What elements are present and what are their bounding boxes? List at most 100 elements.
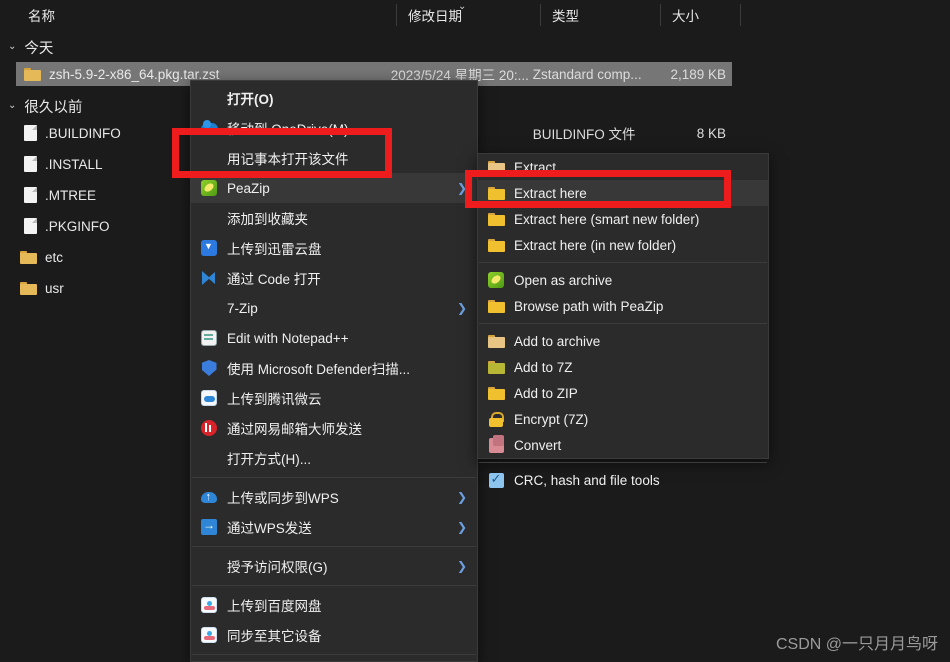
menu-item-edit-notepadpp[interactable]: Edit with Notepad++ (191, 323, 477, 353)
column-header-size-label: 大小 (672, 9, 699, 24)
blank-icon (199, 448, 219, 468)
file-group-label: 很久以前 (24, 99, 83, 116)
menu-item-grant-access[interactable]: 授予访问权限(G) ❯ (191, 551, 477, 581)
file-size: 2,189 KB (670, 66, 727, 82)
blank-icon (199, 148, 219, 168)
table-row[interactable]: .PKGINFO (16, 214, 186, 238)
chevron-right-icon: ❯ (456, 301, 467, 315)
menu-separator (192, 477, 476, 478)
menu-item-open-with-notepad[interactable]: 用记事本打开该文件 (191, 143, 477, 173)
chevron-down-icon: ⌄ (8, 99, 17, 111)
folder-icon (20, 281, 37, 295)
column-header-name[interactable]: 名称 (16, 0, 396, 30)
baidu-netdisk-icon (199, 625, 219, 645)
column-header-date[interactable]: 修改日期 (396, 0, 540, 30)
submenu-item-extract[interactable]: Extract (478, 154, 768, 180)
menu-item-upload-sync-wps[interactable]: 上传或同步到WPS ❯ (191, 482, 477, 512)
blank-icon (199, 556, 219, 576)
document-icon (24, 187, 37, 203)
peazip-icon (199, 178, 219, 198)
folder-icon (486, 331, 506, 351)
menu-item-open-with-code[interactable]: 通过 Code 打开 (191, 263, 477, 293)
chevron-right-icon: ❯ (456, 520, 467, 534)
submenu-item-add-to-7z[interactable]: Add to 7Z (478, 354, 768, 380)
peazip-submenu: Extract Extract here Extract here (smart… (477, 153, 769, 488)
menu-separator (479, 462, 767, 463)
menu-separator (192, 585, 476, 586)
table-row[interactable]: usr (16, 276, 186, 300)
context-menu: 打开(O) 移动到 OneDrive(M) 用记事本打开该文件 PeaZip ❯… (190, 80, 478, 662)
file-name: .PKGINFO (45, 218, 110, 234)
submenu-item-extract-here-in-new-folder[interactable]: Extract here (in new folder) (478, 232, 768, 258)
notepadpp-icon (199, 328, 219, 348)
watermark: CSDN @一只月月鸟呀 (775, 636, 938, 653)
submenu-item-extract-here-smart-new-folder[interactable]: Extract here (smart new folder) (478, 206, 768, 232)
menu-separator (192, 546, 476, 547)
submenu-item-extract-here[interactable]: Extract here (478, 180, 768, 206)
menu-item-7zip[interactable]: 7-Zip ❯ (191, 293, 477, 323)
file-size: 8 KB (696, 125, 727, 141)
submenu-item-crc-hash-file-tools[interactable]: CRC, hash and file tools (478, 467, 768, 493)
menu-separator (192, 654, 476, 655)
blank-icon (199, 298, 219, 318)
menu-item-open[interactable]: 打开(O) (191, 83, 477, 113)
chevron-down-icon: ⌄ (458, 1, 467, 12)
submenu-item-add-to-zip[interactable]: Add to ZIP (478, 380, 768, 406)
table-row[interactable]: .INSTALL (16, 152, 186, 176)
chevron-down-icon: ⌄ (8, 40, 17, 52)
folder-icon (486, 235, 506, 255)
menu-separator (479, 323, 767, 324)
menu-item-defender-scan[interactable]: 使用 Microsoft Defender扫描... (191, 353, 477, 383)
menu-separator (479, 262, 767, 263)
folder-icon (486, 296, 506, 316)
menu-item-move-to-onedrive[interactable]: 移动到 OneDrive(M) (191, 113, 477, 143)
chevron-right-icon: ❯ (456, 181, 467, 195)
menu-item-upload-weiyun[interactable]: 上传到腾讯微云 (191, 383, 477, 413)
column-header-type[interactable]: 类型 (540, 0, 660, 30)
table-row[interactable]: .MTREE (16, 183, 186, 207)
column-header-date-label: 修改日期 (408, 9, 462, 24)
folder-icon (486, 209, 506, 229)
menu-item-add-to-favorites[interactable]: 添加到收藏夹 (191, 203, 477, 233)
blank-icon (199, 208, 219, 228)
netease-mail-icon (199, 418, 219, 438)
table-row[interactable]: etc (16, 245, 186, 269)
convert-icon (486, 434, 506, 455)
crc-icon (486, 470, 506, 490)
file-group-header-long-ago[interactable]: ⌄ 很久以前 (0, 93, 82, 119)
vscode-icon (199, 268, 219, 288)
column-header-name-label: 名称 (28, 9, 55, 24)
file-name: .INSTALL (45, 156, 103, 172)
folder-icon (20, 250, 37, 264)
submenu-item-add-to-archive[interactable]: Add to archive (478, 328, 768, 354)
menu-item-upload-thunder[interactable]: 上传到迅雷云盘 (191, 233, 477, 263)
file-group-header-today[interactable]: ⌄ 今天 (0, 34, 53, 60)
file-name: .MTREE (45, 187, 97, 203)
column-header-bar: 名称 修改日期 ⌄ 类型 大小 (0, 0, 950, 30)
thunder-icon (199, 238, 219, 258)
column-divider[interactable] (740, 4, 741, 26)
wps-send-icon (199, 517, 219, 537)
file-name: .BUILDINFO (45, 125, 121, 141)
document-icon (24, 218, 37, 234)
column-header-type-label: 类型 (552, 9, 579, 24)
menu-item-upload-baidu-netdisk[interactable]: 上传到百度网盘 (191, 590, 477, 620)
file-type: BUILDINFO 文件 (532, 127, 636, 142)
submenu-item-convert[interactable]: Convert (478, 432, 768, 458)
column-header-size[interactable]: 大小 (660, 0, 740, 30)
submenu-item-encrypt-7z[interactable]: Encrypt (7Z) (478, 406, 768, 432)
menu-item-send-via-wps[interactable]: 通过WPS发送 ❯ (191, 512, 477, 542)
menu-item-send-netease-mail[interactable]: 通过网易邮箱大师发送 (191, 413, 477, 443)
wps-upload-icon (199, 487, 219, 507)
submenu-item-browse-path-with-peazip[interactable]: Browse path with PeaZip (478, 293, 768, 319)
menu-item-peazip[interactable]: PeaZip ❯ (191, 173, 477, 203)
explorer-window: 名称 修改日期 ⌄ 类型 大小 ⌄ 今天 zsh-5.9-2-x86_64.pk… (0, 0, 950, 662)
folder-icon (486, 357, 506, 377)
folder-icon (486, 183, 506, 203)
folder-icon (24, 67, 41, 81)
weiyun-icon (199, 388, 219, 408)
menu-item-open-with[interactable]: 打开方式(H)... (191, 443, 477, 473)
menu-item-sync-other-devices[interactable]: 同步至其它设备 (191, 620, 477, 650)
baidu-netdisk-icon (199, 595, 219, 615)
submenu-item-open-as-archive[interactable]: Open as archive (478, 267, 768, 293)
